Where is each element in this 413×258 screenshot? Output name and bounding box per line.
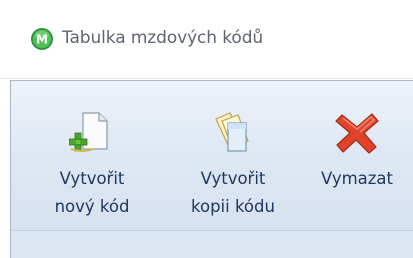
delete-label: Vymazat <box>320 169 394 188</box>
delete-x-icon <box>335 113 379 154</box>
title-bar: M Tabulka mzdových kódů <box>0 0 413 79</box>
app-logo-icon: M <box>31 28 53 50</box>
new-document-icon <box>69 112 108 152</box>
create-new-code-button[interactable]: Vytvořit nový kód <box>38 100 146 230</box>
copy-documents-icon <box>215 112 249 152</box>
delete-button[interactable]: Vymazat <box>308 100 406 230</box>
create-code-copy-button[interactable]: Vytvořit kopii kódu <box>176 100 290 230</box>
window-title: Tabulka mzdových kódů <box>62 28 264 48</box>
create-code-copy-label: Vytvořit kopii kódu <box>191 169 275 216</box>
create-new-code-label: Vytvořit nový kód <box>54 169 130 216</box>
svg-text:M: M <box>36 33 48 47</box>
ribbon-group-divider <box>11 230 413 231</box>
